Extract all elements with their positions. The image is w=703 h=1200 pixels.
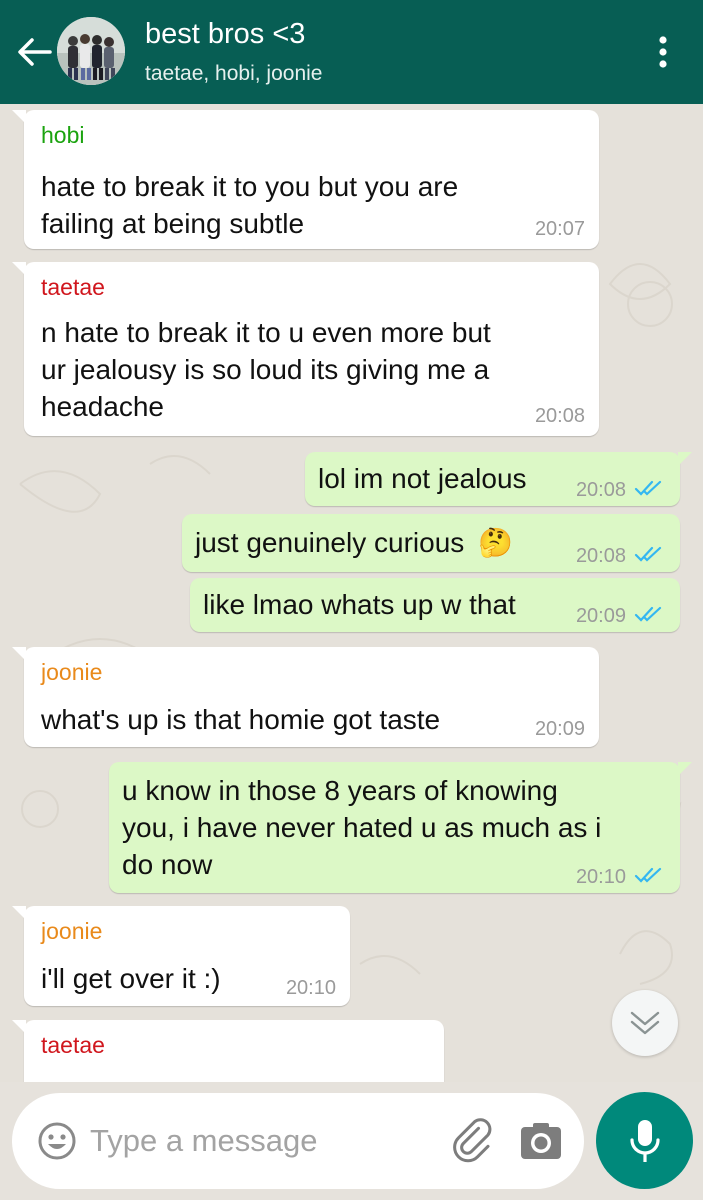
message-text: u know in those 8 years of knowing you, …: [122, 775, 602, 880]
menu-button[interactable]: [643, 30, 683, 74]
message-time: 20:09: [534, 718, 585, 740]
message-time: 20:10: [575, 866, 626, 888]
message-time: 20:08: [575, 479, 626, 501]
chat-participants[interactable]: taetae, hobi, joonie: [145, 62, 322, 86]
message-bubble-outgoing[interactable]: like lmao whats up w that 20:09: [190, 578, 680, 632]
message-bubble-incoming[interactable]: joonie what's up is that homie got taste…: [12, 647, 599, 747]
chevron-double-down-icon: [630, 1011, 660, 1035]
chat-header: best bros <3 taetae, hobi, joonie: [0, 0, 703, 104]
back-arrow-icon: [18, 38, 52, 66]
group-avatar[interactable]: [57, 17, 125, 85]
back-button[interactable]: [12, 32, 56, 72]
camera-icon: [521, 1123, 561, 1159]
message-bubble-outgoing[interactable]: u know in those 8 years of knowing you, …: [109, 762, 692, 893]
sender-name: joonie: [41, 659, 103, 685]
microphone-icon: [629, 1119, 660, 1162]
sender-name: joonie: [41, 918, 103, 944]
message-text: i'll get over it :): [41, 963, 221, 994]
sender-name: taetae: [41, 1032, 105, 1058]
message-text: n hate to break it to u even more but ur…: [41, 317, 491, 422]
thinking-emoji: 🤔: [478, 527, 513, 558]
read-ticks-icon: [634, 606, 662, 622]
message-input[interactable]: [90, 1119, 430, 1163]
message-time: 20:08: [534, 405, 585, 427]
read-ticks-icon: [634, 480, 662, 496]
read-ticks-icon: [634, 867, 662, 883]
scroll-to-bottom-button[interactable]: [612, 990, 678, 1056]
message-bubble-outgoing[interactable]: just genuinely curious 🤔 20:08: [182, 514, 680, 572]
camera-button[interactable]: [517, 1117, 565, 1165]
message-composer: [12, 1093, 584, 1189]
message-text: lol im not jealous: [318, 463, 527, 494]
message-list[interactable]: hobi hate to break it to you but you are…: [0, 104, 703, 1082]
emoji-icon: [38, 1122, 76, 1160]
message-bubble-outgoing[interactable]: lol im not jealous 20:08: [305, 452, 692, 506]
message-bubble-incoming[interactable]: joonie i'll get over it :) 20:10: [12, 906, 350, 1006]
message-time: 20:07: [534, 218, 585, 240]
message-bubble-incoming[interactable]: taetae: [12, 1020, 444, 1082]
attach-button[interactable]: [452, 1117, 500, 1165]
message-time: 20:08: [575, 545, 626, 567]
voice-record-button[interactable]: [596, 1092, 693, 1189]
message-text: just genuinely curious 🤔: [195, 527, 513, 558]
message-text: what's up is that homie got taste: [41, 704, 441, 735]
read-ticks-icon: [634, 546, 662, 562]
message-bubble-incoming[interactable]: hobi hate to break it to you but you are…: [12, 110, 599, 249]
sender-name: taetae: [41, 274, 105, 300]
more-vert-icon: [659, 36, 667, 68]
sender-name: hobi: [41, 122, 85, 148]
chat-title[interactable]: best bros <3: [145, 18, 305, 51]
message-text: like lmao whats up w that: [203, 589, 516, 620]
message-time: 20:10: [285, 977, 336, 999]
message-bubble-incoming[interactable]: taetae n hate to break it to u even more…: [12, 262, 599, 436]
paperclip-icon: [453, 1118, 492, 1163]
message-text: hate to break it to you but you are fail…: [41, 171, 459, 239]
emoji-button[interactable]: [37, 1121, 77, 1161]
message-time: 20:09: [575, 605, 626, 627]
